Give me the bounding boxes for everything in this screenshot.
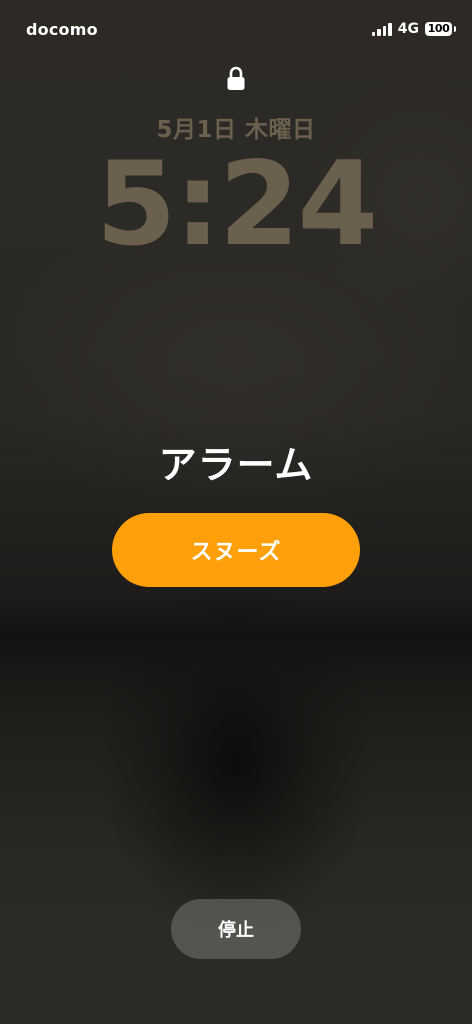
stop-button[interactable]: 停止	[171, 899, 301, 959]
battery-icon: 100	[425, 22, 456, 36]
status-bar: docomo 4G 100	[0, 0, 472, 60]
alarm-title: アラーム	[158, 443, 314, 487]
carrier-name: docomo	[26, 20, 98, 39]
cellular-signal-icon	[371, 22, 392, 36]
status-indicators: 4G 100	[371, 21, 456, 37]
network-type: 4G	[397, 21, 419, 37]
snooze-label: スヌーズ	[190, 540, 282, 565]
stop-label: 停止	[218, 920, 254, 941]
snooze-button[interactable]: スヌーズ	[112, 513, 360, 587]
lock-screen-time: 5:24	[95, 137, 379, 272]
lock-icon	[227, 66, 245, 90]
